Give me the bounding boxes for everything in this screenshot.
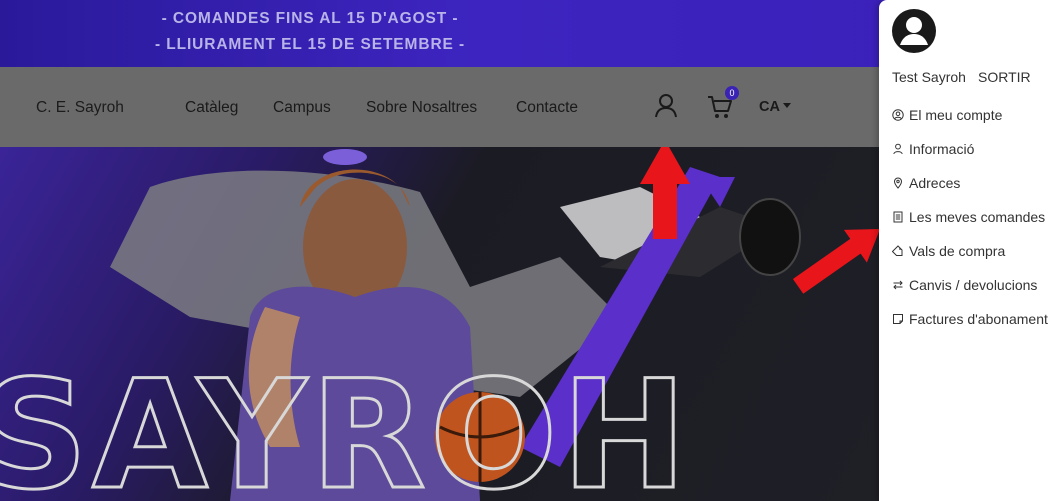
menu-item-label: Factures d'abonament: [909, 311, 1048, 327]
brand-name[interactable]: C. E. Sayroh: [36, 99, 124, 117]
menu-item-label: Informació: [909, 141, 975, 157]
banner-line-orders: - COMANDES FINS AL 15 D'AGOST -: [161, 10, 459, 27]
tag-icon: [891, 245, 903, 256]
chevron-down-icon: [782, 102, 791, 108]
logout-button[interactable]: SORTIR: [978, 69, 1031, 85]
menu-item-returns[interactable]: Canvis / devolucions: [892, 277, 1037, 293]
nav-link-contact[interactable]: Contacte: [516, 99, 578, 117]
hero-title: SAYROH: [0, 349, 691, 501]
menu-item-label: Vals de compra: [909, 243, 1006, 259]
menu-item-orders[interactable]: Les meves comandes: [892, 209, 1045, 225]
menu-item-label: Canvis / devolucions: [909, 277, 1038, 293]
nav-link-about[interactable]: Sobre Nosaltres: [366, 99, 477, 117]
hero-banner: SAYROH: [0, 147, 880, 501]
nav-link-campus[interactable]: Campus: [273, 99, 331, 117]
user-icon: [893, 143, 903, 155]
annotation-arrow-right: [792, 229, 880, 294]
avatar: [891, 8, 937, 54]
note-icon: [893, 314, 903, 324]
menu-item-label: Adreces: [909, 175, 961, 191]
location-pin-icon: [893, 177, 903, 189]
menu-item-vouchers[interactable]: Vals de compra: [891, 243, 1006, 259]
orders-icon: [893, 211, 903, 223]
language-label: CA: [759, 99, 780, 115]
account-menu: Test Sayroh SORTIR El meu compte Informa…: [879, 0, 1058, 501]
language-selector[interactable]: CA: [759, 99, 791, 115]
menu-item-addresses[interactable]: Adreces: [892, 175, 960, 191]
account-user-name: Test Sayroh: [892, 69, 966, 85]
menu-item-account[interactable]: El meu compte: [892, 107, 1002, 123]
nav-link-catalog[interactable]: Catàleg: [185, 99, 238, 117]
menu-item-label: Les meves comandes: [909, 209, 1046, 225]
menu-item-label: El meu compte: [909, 107, 1003, 123]
hero-artwork: SAYROH: [0, 147, 880, 501]
banner-line-delivery: - LLIURAMENT EL 15 DE SETEMBRE -: [154, 36, 466, 53]
menu-item-info[interactable]: Informació: [892, 141, 974, 157]
user-icon[interactable]: [652, 92, 680, 120]
menu-item-credit-notes[interactable]: Factures d'abonament: [892, 311, 1048, 327]
exchange-icon: [893, 280, 903, 290]
cart-count-badge: 0: [725, 86, 739, 100]
account-circle-icon: [892, 109, 904, 121]
